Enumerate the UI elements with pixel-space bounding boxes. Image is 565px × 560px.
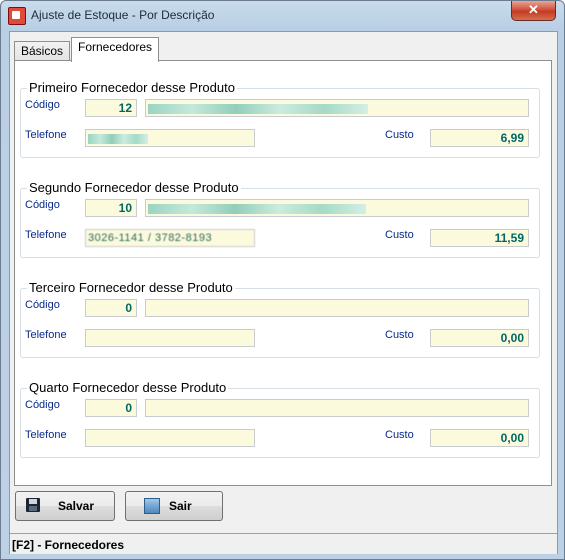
telefone-label: Telefone [25,329,67,341]
supplier-2-telefone-field[interactable]: 3026-1141 / 3782-8193 [85,229,255,247]
supplier-group-4: Quarto Fornecedor desse Produto Código 0… [20,380,540,458]
supplier-3-custo-field[interactable]: 0,00 [430,329,529,347]
window-title: Ajuste de Estoque - Por Descrição [31,8,215,22]
codigo-label: Código [25,299,60,311]
floppy-disk-icon [26,498,40,512]
tab-basicos[interactable]: Básicos [14,41,71,61]
codigo-label: Código [25,99,60,111]
redacted-text [148,204,366,214]
codigo-label: Código [25,199,60,211]
supplier-1-name-field[interactable] [145,99,529,117]
supplier-group-3: Terceiro Fornecedor desse Produto Código… [20,280,540,358]
supplier-4-telefone-field[interactable] [85,429,255,447]
supplier-3-codigo-field[interactable]: 0 [85,299,137,317]
exit-door-icon [144,498,160,514]
supplier-4-codigo-field[interactable]: 0 [85,399,137,417]
telefone-label: Telefone [25,429,67,441]
supplier-group-3-title: Terceiro Fornecedor desse Produto [27,280,235,295]
redacted-text [148,104,368,114]
telefone-label: Telefone [25,129,67,141]
custo-label: Custo [385,329,414,341]
redacted-text [88,134,148,144]
supplier-3-telefone-field[interactable] [85,329,255,347]
codigo-label: Código [25,399,60,411]
title-bar: Ajuste de Estoque - Por Descrição ✕ [1,1,564,29]
salvar-button[interactable]: Salvar [15,491,115,521]
sair-button[interactable]: Sair [125,491,223,521]
supplier-group-2: Segundo Fornecedor desse Produto Código … [20,180,540,258]
supplier-1-telefone-field[interactable] [85,129,255,147]
supplier-2-codigo-field[interactable]: 10 [85,199,137,217]
custo-label: Custo [385,129,414,141]
client-area: Básicos Fornecedores Primeiro Fornecedor… [9,31,558,554]
app-window: Ajuste de Estoque - Por Descrição ✕ Bási… [0,0,565,560]
telefone-label: Telefone [25,229,67,241]
app-icon [8,7,26,25]
fornecedores-panel: Primeiro Fornecedor desse Produto Código… [14,60,552,486]
supplier-group-2-title: Segundo Fornecedor desse Produto [27,180,241,195]
supplier-4-name-field[interactable] [145,399,529,417]
status-text: [F2] - Fornecedores [12,538,125,552]
custo-label: Custo [385,429,414,441]
supplier-2-name-field[interactable] [145,199,529,217]
supplier-2-custo-field[interactable]: 11,59 [430,229,529,247]
tab-fornecedores[interactable]: Fornecedores [71,37,160,62]
supplier-group-1-title: Primeiro Fornecedor desse Produto [27,80,237,95]
supplier-group-4-title: Quarto Fornecedor desse Produto [27,380,229,395]
salvar-button-label: Salvar [58,499,95,513]
supplier-3-name-field[interactable] [145,299,529,317]
status-bar: [F2] - Fornecedores [10,533,557,554]
custo-label: Custo [385,229,414,241]
supplier-1-codigo-field[interactable]: 12 [85,99,137,117]
supplier-4-custo-field[interactable]: 0,00 [430,429,529,447]
supplier-1-custo-field[interactable]: 6,99 [430,129,529,147]
sair-button-label: Sair [169,499,192,513]
close-button[interactable]: ✕ [511,1,556,21]
supplier-group-1: Primeiro Fornecedor desse Produto Código… [20,80,540,158]
